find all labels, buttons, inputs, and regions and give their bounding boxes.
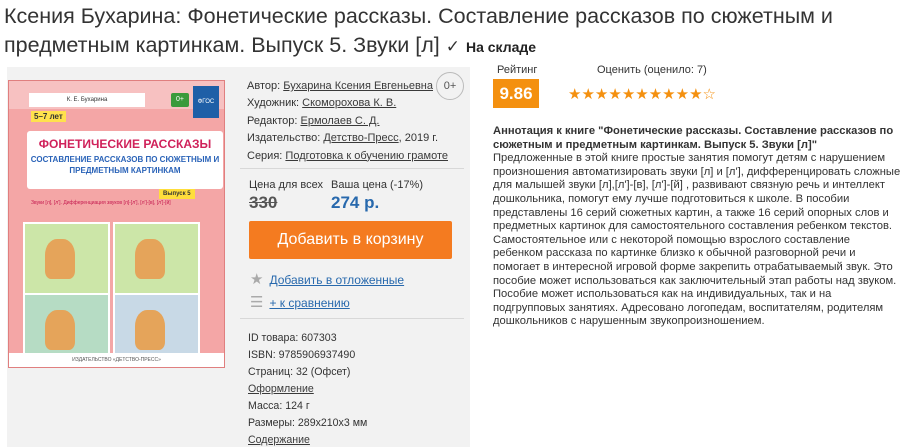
product-mass: Масса: 124 г xyxy=(248,400,310,412)
series-link[interactable]: Подготовка к обучению грамоте xyxy=(285,150,448,162)
product-info: ID товара: 607303 ISBN: 9785906937490 Ст… xyxy=(248,330,367,447)
cover-picture xyxy=(113,222,200,297)
cover-age-tag: 5–7 лет xyxy=(31,111,66,122)
cover-issue: Выпуск 5 xyxy=(159,189,195,199)
divider xyxy=(240,168,464,169)
wishlist-label: Добавить в отложенные xyxy=(269,273,405,287)
publisher-link[interactable]: Детство-Пресс xyxy=(323,132,398,144)
star-filled-icon[interactable]: ★ xyxy=(662,86,675,103)
book-title: Ксения Бухарина: Фонетические рассказы. … xyxy=(4,4,833,57)
illustrator-row: Художник: Скоморохова К. В. xyxy=(247,95,448,112)
book-cover-image[interactable]: К. Е. Бухарина 5–7 лет 0+ ФГОС ФОНЕТИЧЕС… xyxy=(8,80,225,368)
annotation-heading: Аннотация к книге "Фонетические рассказы… xyxy=(493,125,894,151)
add-to-wishlist-link[interactable]: ★ Добавить в отложенные xyxy=(250,270,404,288)
design-link[interactable]: Оформление xyxy=(248,383,314,395)
cover-publisher: ИЗДАТЕЛЬСТВО «ДЕТСТВО-ПРЕСС» xyxy=(9,353,224,367)
product-size: Размеры: 289x210x3 мм xyxy=(248,417,368,429)
rating-label: Рейтинг xyxy=(497,64,538,76)
star-filled-icon[interactable]: ★ xyxy=(676,86,689,103)
cover-title: ФОНЕТИЧЕСКИЕ РАССКАЗЫ xyxy=(38,137,212,151)
star-filled-icon[interactable]: ★ xyxy=(595,86,608,103)
cover-subtitle: СОСТАВЛЕНИЕ РАССКАЗОВ ПО СЮЖЕТНЫМ И ПРЕД… xyxy=(30,155,220,175)
cover-age-rating: 0+ xyxy=(171,93,189,107)
age-rating-badge: 0+ xyxy=(436,72,464,100)
star-filled-icon[interactable]: ★ xyxy=(568,86,581,103)
star-filled-icon[interactable]: ★ xyxy=(689,86,702,103)
rating-stars[interactable]: ★★★★★★★★★★☆ xyxy=(568,85,716,103)
current-price: 274 р. xyxy=(331,193,380,212)
rating-score: 9.86 xyxy=(493,79,539,108)
editor-label: Редактор: xyxy=(247,114,298,127)
product-pages: Страниц: 32 (Офсет) xyxy=(248,366,351,378)
add-to-cart-button[interactable]: Добавить в корзину xyxy=(249,221,452,259)
illustrator-link[interactable]: Скоморохова К. В. xyxy=(302,97,396,109)
author-link[interactable]: Бухарина Ксения Евгеньевна xyxy=(283,80,433,92)
star-empty-icon[interactable]: ☆ xyxy=(703,86,716,103)
rate-count: Оценить (оценило: 7) xyxy=(597,64,707,76)
illustrator-label: Художник: xyxy=(247,97,300,110)
compare-label: + к сравнению xyxy=(269,296,350,310)
price-all-label: Цена для всех xyxy=(249,179,323,191)
series-label: Серия: xyxy=(247,149,283,162)
stock-status: На складе xyxy=(465,39,537,55)
star-icon: ★ xyxy=(250,271,264,288)
product-id: ID товара: 607303 xyxy=(248,332,337,344)
page-title: Ксения Бухарина: Фонетические рассказы. … xyxy=(4,2,904,62)
list-icon: ☰ xyxy=(250,294,264,311)
divider xyxy=(240,318,464,319)
cover-author: К. Е. Бухарина xyxy=(29,93,145,107)
publish-year: , 2019 г. xyxy=(398,132,439,145)
contents-link[interactable]: Содержание xyxy=(248,434,310,446)
cover-sounds: Звуки [л], [л']. Дифференциация звуков [… xyxy=(31,200,171,206)
annotation: Аннотация к книге "Фонетические рассказы… xyxy=(493,125,903,329)
annotation-body: Предложенные в этой книге простые заняти… xyxy=(493,152,901,328)
author-label: Автор: xyxy=(247,80,281,92)
star-filled-icon[interactable]: ★ xyxy=(649,86,662,103)
book-details: Автор: Бухарина Ксения Евгеньевна Художн… xyxy=(247,78,448,165)
add-to-compare-link[interactable]: ☰ + к сравнению xyxy=(250,293,350,311)
editor-row: Редактор: Ермолаев С. Д. xyxy=(247,113,448,130)
publisher-label: Издательство: xyxy=(247,132,321,145)
editor-link[interactable]: Ермолаев С. Д. xyxy=(300,115,379,127)
cover-picture xyxy=(23,222,110,297)
star-filled-icon[interactable]: ★ xyxy=(622,86,635,103)
series-row: Серия: Подготовка к обучению грамоте xyxy=(247,148,448,165)
cover-banner: ФОНЕТИЧЕСКИЕ РАССКАЗЫ СОСТАВЛЕНИЕ РАССКА… xyxy=(27,131,223,189)
old-price: 330 xyxy=(249,193,278,212)
price-your-label: Ваша цена (-17%) xyxy=(331,179,424,191)
check-icon: ✓ xyxy=(445,37,460,56)
star-filled-icon[interactable]: ★ xyxy=(608,86,621,103)
star-filled-icon[interactable]: ★ xyxy=(581,86,594,103)
fgos-logo: ФГОС xyxy=(193,86,219,118)
product-isbn: ISBN: 9785906937490 xyxy=(248,349,356,361)
author-row: Автор: Бухарина Ксения Евгеньевна xyxy=(247,78,448,95)
star-filled-icon[interactable]: ★ xyxy=(635,86,648,103)
publisher-row: Издательство: Детство-Пресс, 2019 г. xyxy=(247,130,448,147)
